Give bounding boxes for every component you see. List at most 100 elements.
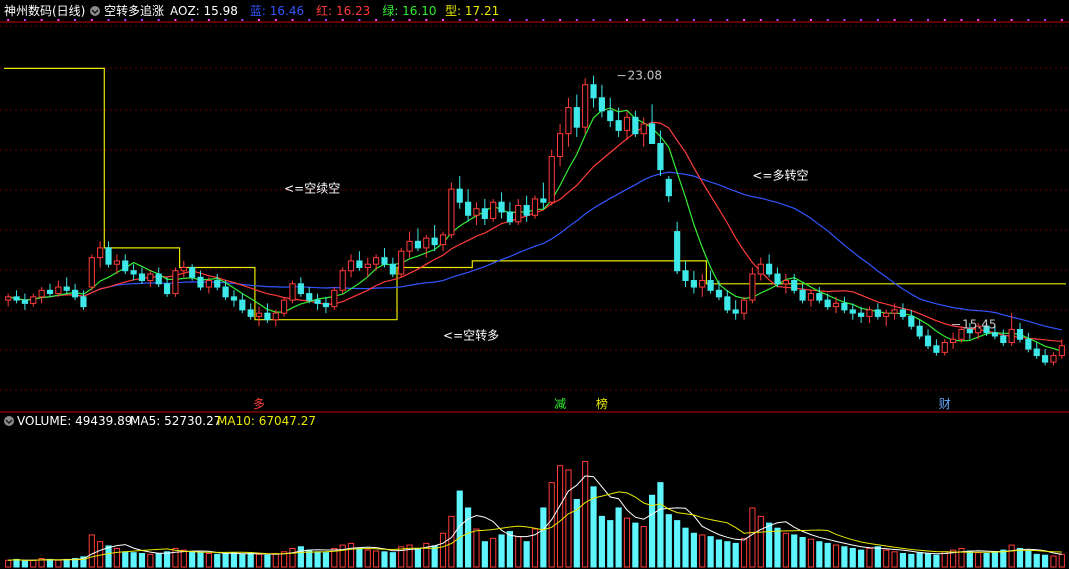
volume-bar <box>941 551 948 568</box>
volume-bar <box>347 542 355 568</box>
volume-bar <box>565 469 572 568</box>
candle-body <box>88 257 95 288</box>
volume-bar <box>732 542 739 568</box>
candle <box>916 319 923 340</box>
volume-bar <box>548 482 555 568</box>
price-label: 23.08 <box>628 69 662 83</box>
candle-body <box>331 289 338 308</box>
candle-body <box>582 84 589 128</box>
dot-marker <box>107 19 110 21</box>
candle <box>782 274 789 294</box>
candle-body <box>523 204 530 216</box>
volume-bar <box>46 558 54 568</box>
signal-marker: 财 <box>939 397 951 411</box>
volume-bar <box>205 553 212 568</box>
candle-body <box>456 188 463 203</box>
chart-canvas[interactable]: <=空续空<=空转多<=多转空23.0815.45 多减榜财 神州数码(日线) … <box>0 0 1069 569</box>
dot-marker <box>609 19 612 21</box>
candle <box>30 293 37 307</box>
dot-marker <box>843 19 846 21</box>
candle-body <box>690 280 697 288</box>
candle-body <box>607 110 614 122</box>
dot-marker <box>241 19 244 21</box>
stock-title: 神州数码(日线) <box>4 3 85 18</box>
dot-marker <box>274 19 277 21</box>
volume-bar <box>197 552 204 568</box>
volume-bar <box>339 544 346 568</box>
indicator-settings-icon[interactable] <box>90 6 100 16</box>
dot-marker <box>743 19 746 21</box>
candle <box>540 182 547 209</box>
volume-bar <box>615 507 622 568</box>
candle-body <box>732 309 739 314</box>
candle <box>590 75 597 108</box>
candle-body <box>724 296 731 311</box>
volume-settings-icon[interactable] <box>4 416 14 426</box>
volume-bar <box>640 526 647 568</box>
candle <box>356 251 363 271</box>
top-dot-markers <box>7 19 1063 21</box>
candle-body <box>858 312 865 317</box>
candle-body <box>590 84 597 99</box>
dot-marker <box>692 19 695 21</box>
dot-marker <box>876 19 879 21</box>
volume-bar <box>824 542 831 568</box>
candle <box>414 228 422 252</box>
volume-bar <box>189 551 196 568</box>
candle <box>264 303 271 323</box>
volume-bar <box>1050 555 1057 568</box>
dot-marker <box>74 19 77 21</box>
volume-bar <box>699 534 706 568</box>
dot-marker <box>7 19 10 21</box>
candle <box>908 309 915 330</box>
volume-bar <box>866 547 873 568</box>
candle <box>740 296 748 320</box>
volume-bar <box>1042 554 1049 568</box>
volume-bar <box>983 553 990 568</box>
candle-body <box>598 97 605 112</box>
candle-body <box>297 283 304 295</box>
candle-body <box>640 123 647 135</box>
candle <box>565 97 572 147</box>
candle-body <box>1042 355 1049 363</box>
dot-marker <box>425 19 428 21</box>
candle <box>924 329 932 350</box>
candle-body <box>113 260 120 265</box>
candle-body <box>615 120 622 131</box>
volume-bar <box>849 547 856 568</box>
dot-marker <box>776 19 779 21</box>
candle-body <box>774 273 781 285</box>
candle-body <box>406 240 413 252</box>
candle <box>13 290 20 304</box>
candle-body <box>916 325 923 337</box>
candle <box>431 225 438 252</box>
dot-marker <box>542 19 545 21</box>
candle-body <box>1033 348 1040 357</box>
candle <box>556 123 564 167</box>
candle <box>130 264 137 281</box>
dot-marker <box>977 19 980 21</box>
volume-bar <box>55 559 62 568</box>
volume-bar <box>1058 553 1065 568</box>
volume-bar <box>632 522 639 568</box>
candle-body <box>824 299 831 308</box>
volume-bar <box>465 507 472 568</box>
candle-body <box>71 289 79 298</box>
candle-body <box>414 240 422 249</box>
volume-bar <box>364 549 371 568</box>
candle <box>623 110 631 141</box>
volume-bar <box>891 551 898 568</box>
candle-body <box>347 260 355 272</box>
dot-marker <box>1010 19 1013 21</box>
volume-bar <box>356 547 363 568</box>
volume-bar <box>975 552 982 568</box>
candle-body <box>63 286 70 291</box>
candle-body <box>364 263 371 268</box>
candle <box>122 254 129 274</box>
candle <box>473 202 480 226</box>
candle-body <box>339 270 346 291</box>
dot-marker <box>910 19 913 21</box>
candle <box>347 254 355 278</box>
chart-window: <=空续空 <=空转多 <=多转空 23.08 15.45 多减榜财 神州数码(日线) … <box>0 0 1069 569</box>
dot-marker <box>408 19 411 21</box>
